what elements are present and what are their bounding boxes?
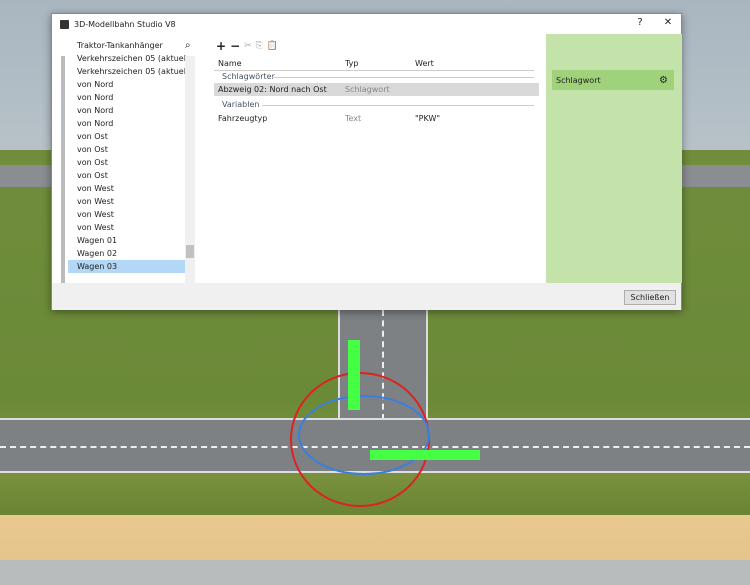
close-button[interactable]: Schließen — [624, 290, 676, 305]
rotate-gizmo[interactable] — [298, 395, 430, 475]
list-item[interactable]: von West — [68, 182, 186, 195]
list-item[interactable]: von Ost — [68, 156, 186, 169]
toolbar: + − ✂ ⎘ 📋 — [216, 39, 278, 53]
table-header: Name Typ Wert — [214, 57, 539, 70]
footer: Schließen — [52, 283, 681, 310]
list-item[interactable]: Wagen 03 — [68, 260, 186, 273]
title-bar: 3D-Modellbahn Studio V8 — [52, 14, 681, 34]
gear-icon[interactable]: ⚙ — [659, 75, 668, 86]
list-item[interactable]: von West — [68, 195, 186, 208]
list-item[interactable]: Wagen 02 — [68, 247, 186, 260]
add-icon[interactable]: + — [216, 39, 226, 53]
list-indent-bar — [61, 56, 65, 283]
list-item[interactable]: von West — [68, 221, 186, 234]
move-arrow-y[interactable] — [348, 340, 360, 410]
list-items: Traktor-Tankanhänger Verkehrszeichen 05 (… — [68, 41, 186, 273]
window-title: 3D-Modellbahn Studio V8 — [74, 19, 176, 29]
move-arrow-x[interactable] — [370, 450, 480, 460]
cut-icon[interactable]: ✂ — [244, 41, 252, 51]
scrollbar-thumb[interactable] — [186, 245, 194, 258]
variables-panel: + − ✂ ⎘ 📋 Name Typ Wert Schlagwörter Abz… — [214, 34, 544, 283]
row-value: "PKW" — [415, 114, 441, 123]
dialog: 3D-Modellbahn Studio V8 ? ✕ ⌕ Traktor-Ta… — [51, 13, 682, 310]
divider — [262, 105, 534, 106]
table-row[interactable]: Abzweig 02: Nord nach Ost Schlagwort — [214, 83, 539, 96]
app-icon — [60, 19, 69, 29]
paste-icon[interactable]: 📋 — [267, 41, 278, 51]
row-type: Text — [345, 114, 362, 123]
copy-icon[interactable]: ⎘ — [256, 41, 263, 51]
list-item[interactable]: von Nord — [68, 104, 186, 117]
scrollbar[interactable] — [185, 56, 195, 283]
remove-icon[interactable]: − — [230, 39, 240, 53]
list-item[interactable]: Wagen 01 — [68, 234, 186, 247]
object-list: ⌕ Traktor-Tankanhänger Verkehrszeichen 05… — [60, 34, 197, 283]
list-item[interactable]: Traktor-Tankanhänger — [68, 39, 186, 52]
list-item[interactable]: von West — [68, 208, 186, 221]
list-item[interactable]: von Nord — [68, 78, 186, 91]
list-item[interactable]: von Ost — [68, 169, 186, 182]
list-item[interactable]: Verkehrszeichen 05 (aktuell, Kr... — [68, 52, 186, 65]
row-name: Fahrzeugtyp — [218, 114, 268, 123]
list-item[interactable]: von Nord — [68, 91, 186, 104]
list-item[interactable]: von Ost — [68, 130, 186, 143]
list-item[interactable]: Verkehrszeichen 05 (aktuell, Kr... — [68, 65, 186, 78]
row-name: Abzweig 02: Nord nach Ost — [218, 85, 327, 94]
group-label: Variablen — [222, 100, 260, 109]
row-type: Schlagwort — [345, 85, 390, 94]
close-icon[interactable]: ✕ — [658, 17, 678, 28]
keyword-item[interactable]: Schlagwort ⚙ — [552, 70, 674, 90]
keyword-label: Schlagwort — [556, 75, 601, 85]
column-type[interactable]: Typ — [345, 57, 358, 70]
keyword-panel: Schlagwort ⚙ — [546, 34, 682, 283]
divider — [272, 77, 534, 78]
column-name[interactable]: Name — [218, 57, 242, 70]
help-button[interactable]: ? — [630, 17, 650, 28]
table-row[interactable]: Fahrzeugtyp Text "PKW" — [214, 112, 539, 125]
list-item[interactable]: von Nord — [68, 117, 186, 130]
list-item[interactable]: von Ost — [68, 143, 186, 156]
column-value[interactable]: Wert — [415, 57, 434, 70]
group-label: Schlagwörter — [222, 72, 275, 81]
